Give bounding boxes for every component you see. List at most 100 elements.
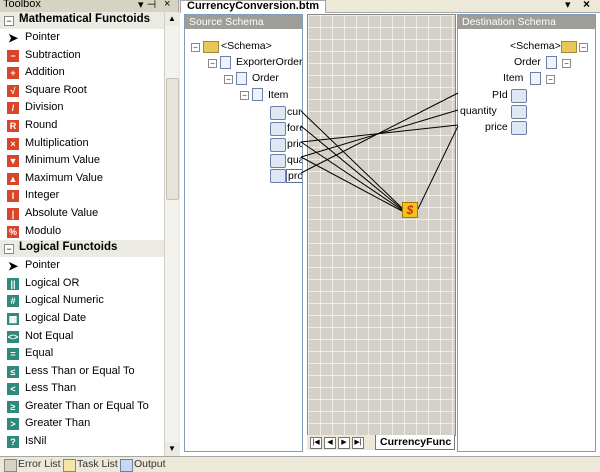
source-node-exporter-order[interactable]: ExporterOrder <box>236 56 302 68</box>
toolbox-item[interactable]: ▦ Logical Date <box>0 310 164 328</box>
grid-page-tab[interactable]: CurrencyFunc <box>375 435 455 450</box>
toolbox-category-header[interactable]: − Mathematical Functoids <box>0 12 164 29</box>
source-field-pro[interactable]: pro <box>286 169 302 183</box>
document-close-icon[interactable]: × <box>583 0 590 11</box>
toolbox-item[interactable]: ➤ Pointer <box>0 257 164 275</box>
pointer-icon: ➤ <box>7 259 19 274</box>
less-than-or-equal-icon: ≤ <box>7 365 19 378</box>
collapse-toggle[interactable]: − <box>191 43 200 52</box>
collapse-toggle[interactable]: − <box>240 91 249 100</box>
toolbox-category-header[interactable]: − Logical Functoids <box>0 240 164 258</box>
folder-icon <box>203 41 219 53</box>
toolbox-item[interactable]: − Subtraction <box>0 47 164 65</box>
toolbox-scrollbar[interactable]: ▲ ▼ <box>164 12 179 456</box>
toolbox-panel: Toolbox ▾ ⊣ × − Mathematical Functoids ➤ Po… <box>0 0 179 456</box>
record-icon <box>236 72 247 85</box>
addition-icon: + <box>7 67 19 80</box>
toolbox-item[interactable]: ▲ Maximum Value <box>0 170 164 188</box>
toolbox-title: Toolbox <box>3 0 41 10</box>
logical-date-icon: ▦ <box>7 312 19 325</box>
expand-toggle-icon[interactable]: − <box>4 16 14 26</box>
destination-node-order[interactable]: Order <box>514 56 541 68</box>
destination-field-quantity[interactable]: quantity <box>460 105 497 117</box>
pin-icon[interactable]: ▾ ⊣ <box>138 0 156 11</box>
source-schema-header: Source Schema <box>185 15 302 29</box>
field-icon <box>270 154 286 168</box>
source-field-fore[interactable]: fore <box>287 122 302 134</box>
tab-output[interactable]: Output <box>118 458 166 472</box>
document-tab-bar: CurrencyConversion.btm ▾ × <box>180 0 600 13</box>
functoid-currency[interactable]: $ <box>402 202 418 218</box>
toolbox-item-label: Multiplication <box>25 136 89 149</box>
toolbox-item[interactable]: I Integer <box>0 187 164 205</box>
tab-label: Output <box>134 458 166 470</box>
toolbox-item[interactable]: ≥ Greater Than or Equal To <box>0 398 164 416</box>
minimum-value-icon: ▼ <box>7 155 19 168</box>
source-node-schema[interactable]: <Schema> <box>221 40 272 52</box>
toolbox-item[interactable]: ? IsNil <box>0 433 164 451</box>
collapse-toggle[interactable]: − <box>579 43 588 52</box>
toolbox-item[interactable]: | Absolute Value <box>0 205 164 223</box>
toolbox-item[interactable]: <> Not Equal <box>0 328 164 346</box>
source-field-pric[interactable]: pric <box>287 138 302 150</box>
toolbox-item[interactable]: < Less Than <box>0 380 164 398</box>
toolbox-item-label: Maximum Value <box>25 171 104 184</box>
destination-schema-pane: Destination Schema <Schema> − Order − It… <box>457 14 596 452</box>
toolbox-item[interactable]: || Logical OR <box>0 275 164 293</box>
last-page-button[interactable]: ▶| <box>352 437 364 449</box>
destination-field-price[interactable]: price <box>485 121 508 133</box>
collapse-toggle[interactable]: − <box>208 59 217 68</box>
pointer-icon: ➤ <box>7 31 19 45</box>
scroll-down-icon[interactable]: ▼ <box>165 442 179 456</box>
toolbox-item[interactable]: R Round <box>0 117 164 135</box>
tab-dropdown-icon[interactable]: ▾ <box>565 0 571 11</box>
toolbox-item-label: Equal <box>25 347 54 360</box>
tab-error-list[interactable]: Error List <box>2 458 61 472</box>
source-node-item[interactable]: Item <box>268 89 288 101</box>
error-list-icon <box>4 459 17 472</box>
logical-numeric-icon: # <box>7 295 19 308</box>
tab-label: Error List <box>18 458 61 470</box>
first-page-button[interactable]: |◀ <box>310 437 322 449</box>
toolbox-item[interactable]: + Addition <box>0 64 164 82</box>
toolbox-item[interactable]: × Multiplication <box>0 135 164 153</box>
source-field-qua[interactable]: qua <box>287 154 302 166</box>
destination-node-schema[interactable]: <Schema> <box>510 40 561 52</box>
next-page-button[interactable]: ▶ <box>338 437 350 449</box>
scroll-thumb[interactable] <box>166 78 179 200</box>
toolbox-item[interactable]: > Greater Than <box>0 415 164 433</box>
expand-toggle-icon[interactable]: − <box>4 244 14 255</box>
destination-field-pid[interactable]: PId <box>492 89 508 101</box>
source-field-cur[interactable]: cur <box>287 106 302 118</box>
field-icon <box>270 169 286 183</box>
source-node-order[interactable]: Order <box>252 72 279 84</box>
not-equal-icon: <> <box>7 330 19 343</box>
maximum-value-icon: ▲ <box>7 172 19 185</box>
toolbox-item-label: Logical Date <box>25 311 87 324</box>
toolbox-item-label: Integer <box>25 189 60 202</box>
collapse-toggle[interactable]: − <box>562 59 571 68</box>
toolbox-item[interactable]: % Modulo <box>0 223 164 241</box>
toolbox-item[interactable]: ➤ Pointer <box>0 29 164 47</box>
previous-page-button[interactable]: ◀ <box>324 437 336 449</box>
mapping-grid[interactable] <box>307 14 456 436</box>
tab-task-list[interactable]: Task List <box>61 458 118 472</box>
toolbox-item[interactable]: # Logical Numeric <box>0 292 164 310</box>
toolbox-item[interactable]: √ Square Root <box>0 82 164 100</box>
collapse-toggle[interactable]: − <box>546 75 555 84</box>
destination-node-item[interactable]: Item <box>503 72 523 84</box>
close-icon[interactable]: × <box>164 0 170 10</box>
task-list-icon <box>63 459 76 472</box>
document-tab[interactable]: CurrencyConversion.btm <box>180 0 327 13</box>
toolbox-item[interactable]: / Division <box>0 99 164 117</box>
toolbox-item[interactable]: = Equal <box>0 345 164 363</box>
toolbox-item[interactable]: ≤ Less Than or Equal To <box>0 363 164 381</box>
scroll-up-icon[interactable]: ▲ <box>165 12 179 26</box>
toolbox-item[interactable]: ▼ Minimum Value <box>0 152 164 170</box>
toolbox-item-label: Logical OR <box>25 276 80 289</box>
output-icon <box>120 459 133 472</box>
toolbox-item-label: Pointer <box>25 31 60 43</box>
field-icon <box>270 138 286 152</box>
collapse-toggle[interactable]: − <box>224 75 233 84</box>
toolbox-item-label: Logical Numeric <box>25 294 104 307</box>
